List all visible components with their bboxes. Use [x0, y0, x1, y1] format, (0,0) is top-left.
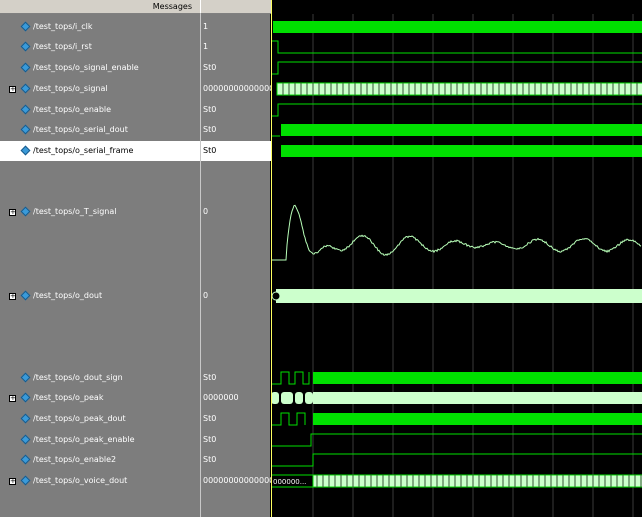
signal-row[interactable]: /test_tops/o_serial_frame [0, 141, 200, 161]
wave-o_peak-seg [271, 392, 279, 404]
signal-value: St0 [201, 58, 271, 78]
signal-value: 0 [201, 286, 271, 306]
signal-name: /test_tops/o_dout_sign [33, 368, 123, 388]
signal-value: 0000000000000000 [201, 471, 271, 491]
expand-icon[interactable]: + [9, 478, 16, 485]
wave-o_peak_dout-start [271, 413, 305, 425]
signal-icon [21, 63, 30, 72]
waveform-plot[interactable]: 000000... [271, 0, 642, 517]
signal-icon [21, 125, 30, 134]
waveform-canvas[interactable]: 000000... [271, 0, 642, 517]
wave-o_peak-seg [295, 392, 303, 404]
signal-value: St0 [201, 430, 271, 450]
expand-icon[interactable]: + [9, 209, 16, 216]
signal-name: /test_tops/o_signal [33, 79, 108, 99]
signal-icon [21, 146, 30, 155]
signal-row[interactable]: + /test_tops/o_T_signal [0, 162, 200, 262]
wave-o_enable [271, 104, 642, 116]
signal-value: 0000000 [201, 388, 271, 408]
wave-o_peak_enable [271, 434, 642, 446]
signal-row[interactable]: /test_tops/o_enable2 [0, 450, 200, 470]
signal-value: St0 [201, 120, 271, 140]
signal-icon [21, 22, 30, 31]
signal-icon [21, 42, 30, 51]
bus-start-marker [272, 292, 280, 300]
signal-icon [21, 393, 30, 402]
signal-value: 0000000000000000 [201, 79, 271, 99]
wave-o_T_signal [271, 205, 641, 260]
signal-icon [21, 455, 30, 464]
waveform-window: Messages /test_tops/i_clk/test_tops/i_rs… [0, 0, 642, 517]
signal-icon [21, 207, 30, 216]
signal-name: /test_tops/o_peak [33, 388, 103, 408]
signal-value: St0 [201, 100, 271, 120]
expand-icon[interactable]: + [9, 395, 16, 402]
signal-names-pane: Messages /test_tops/i_clk/test_tops/i_rs… [0, 0, 200, 517]
signal-row[interactable]: /test_tops/o_peak_enable [0, 430, 200, 450]
wave-o_peak [313, 392, 642, 404]
wave-o_peak_dout [313, 413, 642, 425]
signal-name: /test_tops/o_serial_dout [33, 120, 128, 140]
signal-name: /test_tops/o_enable [33, 100, 111, 120]
signal-name: /test_tops/i_clk [33, 17, 93, 37]
signal-name: /test_tops/o_enable2 [33, 450, 116, 470]
plot-header [271, 0, 642, 14]
signal-icon [21, 435, 30, 444]
wave-o_dout_sign-start [271, 372, 309, 384]
signal-icon [21, 84, 30, 93]
signal-value: St0 [201, 141, 271, 161]
signal-name: /test_tops/o_voice_dout [33, 471, 127, 491]
signal-row[interactable]: /test_tops/i_rst [0, 37, 200, 57]
signal-name: /test_tops/o_signal_enable [33, 58, 139, 78]
signal-icon [21, 291, 30, 300]
signal-values-pane: 11St00000000000000000St0St0St000St000000… [200, 0, 270, 517]
signal-icon [21, 476, 30, 485]
signal-row[interactable]: + /test_tops/o_voice_dout [0, 471, 200, 491]
signal-row[interactable]: /test_tops/o_dout_sign [0, 368, 200, 388]
voice-bus-text: 000000... [273, 478, 306, 486]
signal-row[interactable]: /test_tops/o_peak_dout [0, 409, 200, 429]
signal-row[interactable]: + /test_tops/o_signal [0, 79, 200, 99]
wave-i_rst [271, 41, 642, 53]
wave-o_dout_sign [313, 372, 642, 384]
wave-o_peak-seg [281, 392, 293, 404]
signal-row[interactable]: /test_tops/i_clk [0, 17, 200, 37]
signal-name: /test_tops/o_T_signal [33, 162, 116, 262]
wave-o_signal_enable [271, 62, 642, 74]
signal-icon [21, 414, 30, 423]
signal-row[interactable]: + /test_tops/o_dout [0, 286, 200, 306]
signal-value: St0 [201, 368, 271, 388]
time-cursor[interactable] [271, 0, 272, 517]
wave-o_enable2 [271, 454, 642, 466]
signal-value: St0 [201, 450, 271, 470]
signal-name: /test_tops/o_serial_frame [33, 141, 133, 161]
signal-icon [21, 105, 30, 114]
signal-name: /test_tops/i_rst [33, 37, 92, 57]
wave-o_peak-seg [305, 392, 313, 404]
wave-o_signal [277, 83, 642, 95]
signal-row[interactable]: + /test_tops/o_peak [0, 388, 200, 408]
expand-icon[interactable]: + [9, 86, 16, 93]
signal-value: 0 [201, 162, 271, 262]
signal-name: /test_tops/o_peak_dout [33, 409, 126, 429]
signal-value: St0 [201, 409, 271, 429]
wave-o_serial_dout [281, 124, 642, 136]
wave-i_clk [273, 21, 642, 33]
wave-o_dout [276, 289, 642, 303]
signal-name: /test_tops/o_dout [33, 286, 102, 306]
signal-row[interactable]: /test_tops/o_signal_enable [0, 58, 200, 78]
signal-icon [21, 373, 30, 382]
signal-row[interactable]: /test_tops/o_enable [0, 100, 200, 120]
signal-name: /test_tops/o_peak_enable [33, 430, 135, 450]
values-header [200, 0, 271, 14]
signal-row[interactable]: /test_tops/o_serial_dout [0, 120, 200, 140]
wave-o_serial_frame [281, 145, 642, 157]
signal-value: 1 [201, 17, 271, 37]
signal-value: 1 [201, 37, 271, 57]
messages-label: Messages [153, 0, 200, 14]
expand-icon[interactable]: + [9, 293, 16, 300]
messages-header: Messages [0, 0, 200, 14]
